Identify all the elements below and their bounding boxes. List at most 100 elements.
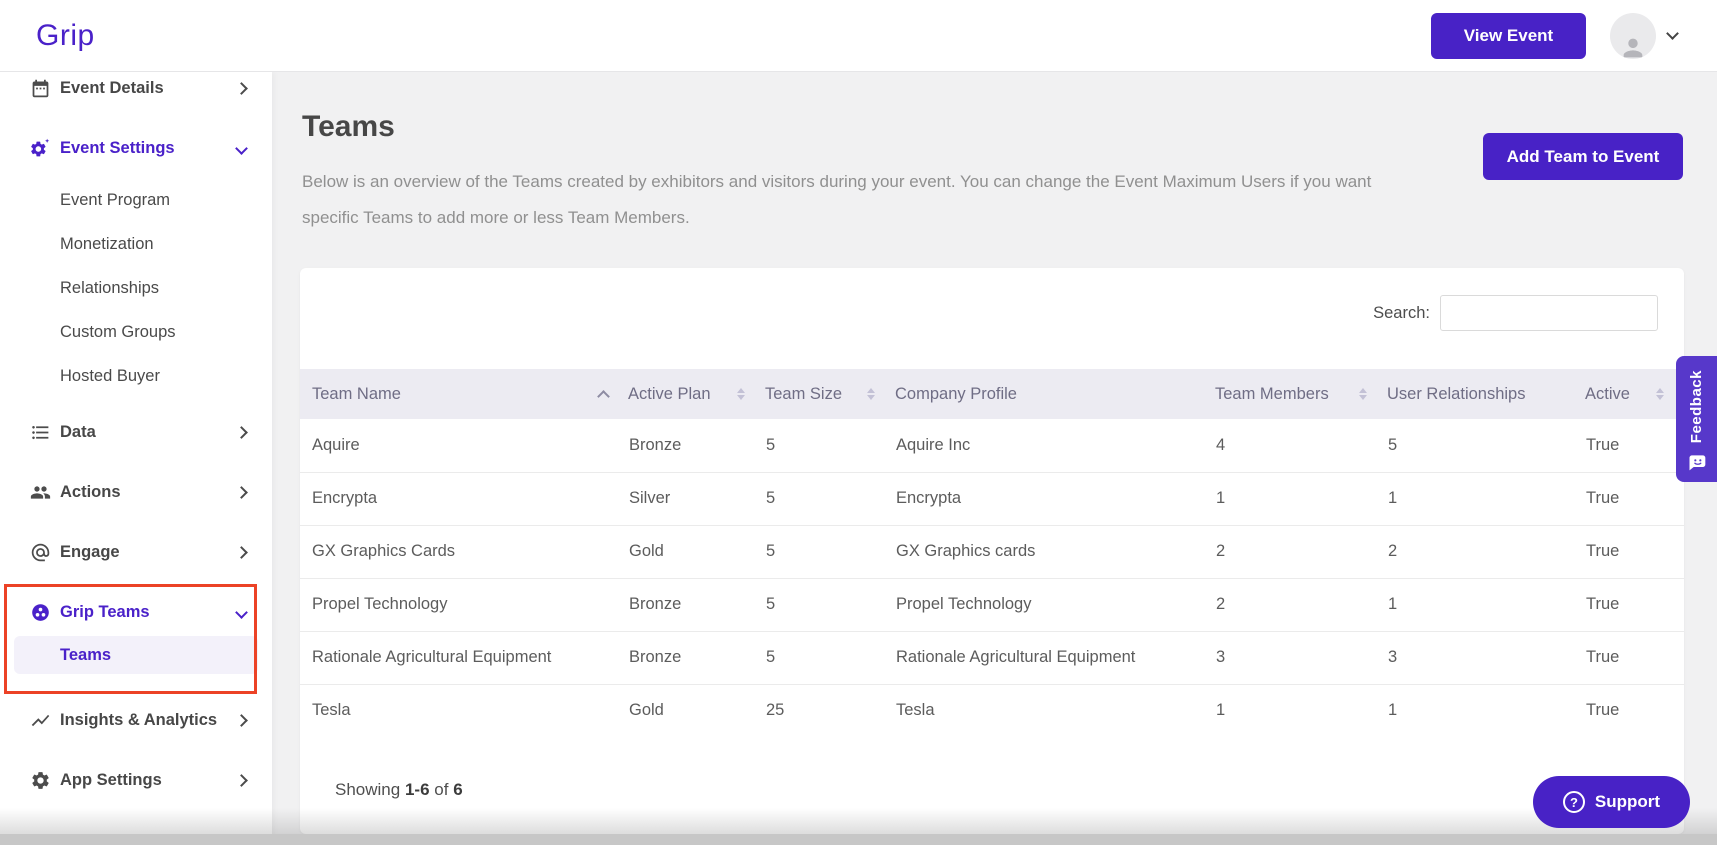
page-description: Below is an overview of the Teams create…: [302, 172, 1372, 228]
sidebar-item-event-settings[interactable]: Event Settings: [0, 134, 272, 162]
sidebar-item-label: Data: [60, 422, 96, 441]
table-cell: Encrypta: [895, 471, 1215, 525]
column-header-team-name[interactable]: Team Name: [300, 369, 628, 419]
table-row[interactable]: Aquire Bronze 5 Aquire Inc 4 5 True: [300, 419, 1684, 472]
sidebar-item-data[interactable]: Data: [0, 418, 272, 446]
table-row[interactable]: Rationale Agricultural Equipment Bronze 5 R…: [300, 630, 1684, 684]
add-team-to-event-button[interactable]: Add Team to Event: [1483, 133, 1683, 180]
top-header: Grip View Event: [0, 0, 1717, 72]
column-label: Team Name: [312, 384, 401, 403]
table-row[interactable]: Tesla Gold 25 Tesla 1 1 True: [300, 683, 1684, 737]
table-cell: 5: [765, 630, 895, 684]
table-row[interactable]: Encrypta Silver 5 Encrypta 1 1 True: [300, 471, 1684, 525]
table-row[interactable]: GX Graphics Cards Gold 5 GX Graphics cards 2…: [300, 524, 1684, 578]
sidebar-item-event-details[interactable]: Event Details: [0, 74, 272, 102]
summary-showing: Showing: [335, 780, 401, 799]
support-button[interactable]: ? Support: [1533, 776, 1690, 828]
column-label: Team Size: [765, 384, 843, 403]
sidebar-item-insights-analytics[interactable]: Insights & Analytics: [0, 706, 272, 734]
sidebar-item-app-settings[interactable]: App Settings: [0, 766, 272, 794]
table-cell: 1: [1387, 577, 1585, 631]
sidebar-item-label: Grip Teams: [60, 602, 150, 621]
teams-table: Team Name Active Plan Team Size Company Pro…: [300, 369, 1684, 737]
column-header-team-size[interactable]: Team Size: [765, 369, 895, 419]
subitem-label: Relationships: [60, 278, 160, 297]
table-cell: Gold: [628, 683, 765, 737]
column-label: Company Profile: [895, 384, 1017, 403]
table-cell: Propel Technology: [895, 577, 1215, 631]
table-cell: Propel Technology: [300, 577, 628, 631]
avatar[interactable]: [1610, 12, 1656, 59]
table-cell: 2: [1215, 577, 1387, 631]
table-cell: True: [1585, 577, 1684, 631]
sidebar-item-label: App Settings: [60, 770, 162, 789]
column-label: Active: [1585, 384, 1630, 403]
summary-of: of: [434, 780, 449, 799]
table-cell: True: [1586, 435, 1620, 454]
bottom-strip: [0, 834, 1717, 845]
sidebar-item-label: Actions: [60, 482, 121, 501]
table-cell: Bronze: [628, 630, 765, 684]
sidebar-subitem-custom-groups[interactable]: Custom Groups: [0, 318, 272, 346]
gear-icon: [32, 771, 49, 789]
chevron-right-icon: [235, 485, 248, 499]
table-body: Aquire Bronze 5 Aquire Inc 4 5 True Encrypta Sil…: [300, 419, 1684, 737]
sidebar-item-actions[interactable]: Actions: [0, 478, 272, 506]
column-header-active-plan[interactable]: Active Plan: [628, 369, 765, 419]
table-cell: True: [1585, 630, 1684, 684]
table-cell: 5: [1388, 435, 1398, 454]
grip-logo[interactable]: Grip: [36, 19, 95, 53]
chevron-down-icon[interactable]: [1666, 27, 1679, 40]
sort-icon: [1359, 388, 1367, 400]
subitem-label: Hosted Buyer: [60, 366, 160, 385]
sidebar-subitem-teams-selected[interactable]: Teams: [14, 636, 258, 674]
sidebar-subitem-relationships[interactable]: Relationships: [0, 274, 272, 302]
sort-asc-icon: [597, 390, 610, 403]
people-icon: [30, 485, 51, 499]
grip-teams-highlight-group: Grip Teams Teams: [0, 582, 272, 694]
subitem-label: Teams: [60, 645, 112, 664]
summary-range: 1-6: [404, 780, 430, 799]
column-header-active[interactable]: Active: [1585, 369, 1684, 419]
sort-icon: [1656, 388, 1664, 400]
sort-icon: [737, 388, 745, 400]
table-cell: 2: [1215, 524, 1387, 578]
subitem-label: Monetization: [60, 234, 154, 253]
event-settings-submenu: Event Program Monetization Relationships…: [0, 178, 272, 398]
column-header-team-members[interactable]: Team Members: [1215, 369, 1387, 419]
table-cell: True: [1585, 524, 1684, 578]
table-cell: 5: [765, 471, 895, 525]
sidebar-subitem-monetization[interactable]: Monetization: [0, 230, 272, 258]
table-cell: Aquire: [312, 435, 360, 454]
sidebar-subitem-hosted-buyer[interactable]: Hosted Buyer: [0, 362, 272, 390]
search-input[interactable]: [1440, 295, 1658, 331]
subitem-label: Event Program: [60, 190, 171, 209]
at-sign-icon: [31, 543, 50, 561]
table-cell: 2: [1387, 524, 1585, 578]
table-cell: 5: [765, 577, 895, 631]
feedback-tab[interactable]: Feedback: [1676, 356, 1717, 482]
table-cell: True: [1585, 683, 1684, 737]
table-cell: Gold: [628, 524, 765, 578]
sidebar-item-engage[interactable]: Engage: [0, 538, 272, 566]
sidebar-subitem-event-program[interactable]: Event Program: [0, 186, 272, 214]
table-row[interactable]: Propel Technology Bronze 5 Propel Technolog…: [300, 577, 1684, 631]
sidebar-item-label: Engage: [60, 542, 120, 561]
table-cell: Tesla: [300, 683, 628, 737]
search-row: Search:: [1373, 295, 1658, 331]
view-event-button[interactable]: View Event: [1431, 12, 1586, 59]
table-cell: 4: [1216, 435, 1226, 454]
table-header-row: Team Name Active Plan Team Size Company Pro…: [300, 369, 1684, 419]
table-cell: Silver: [628, 471, 765, 525]
table-cell: GX Graphics Cards: [300, 524, 628, 578]
column-header-company-profile[interactable]: Company Profile: [895, 369, 1215, 419]
column-label: User Relationships: [1387, 384, 1526, 403]
pagination-summary: Showing 1-6 of 6: [335, 780, 463, 800]
table-cell: 5: [766, 435, 776, 454]
table-cell: Tesla: [895, 683, 1215, 737]
column-header-user-relationships[interactable]: User Relationships: [1387, 369, 1585, 419]
teams-card: Search: Team Name Active Plan Team Size Com…: [300, 268, 1684, 834]
chevron-down-icon: [235, 141, 248, 155]
sidebar-item-grip-teams[interactable]: Grip Teams: [0, 598, 272, 626]
column-label: Active Plan: [628, 384, 711, 403]
